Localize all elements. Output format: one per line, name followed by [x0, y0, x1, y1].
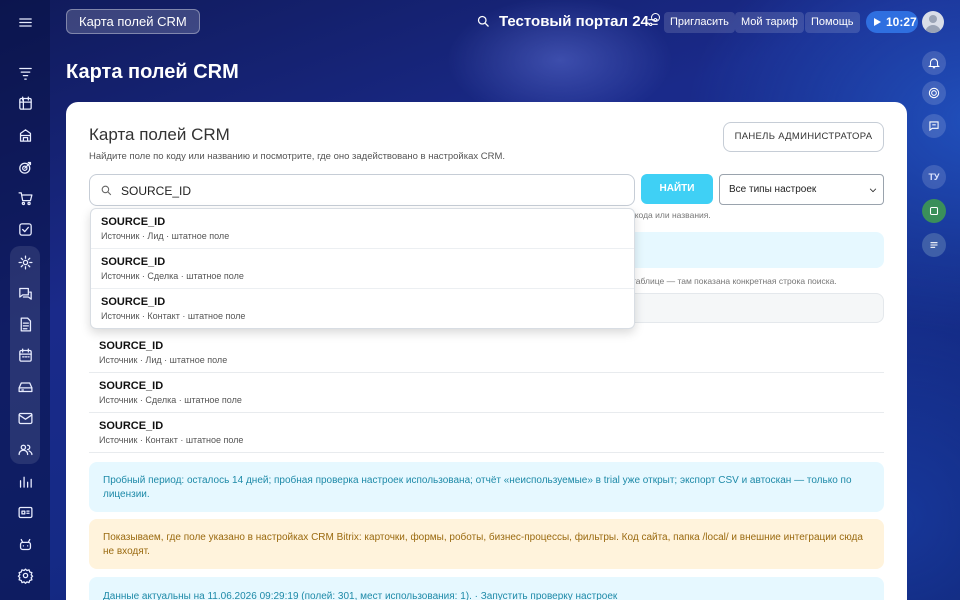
worktime-button[interactable]: 10:27: [866, 11, 918, 33]
calendar-icon[interactable]: [11, 341, 39, 369]
suggestion-code: SOURCE_ID: [101, 296, 166, 308]
info-block: [626, 232, 884, 268]
building-icon[interactable]: [11, 121, 39, 149]
analytics-icon[interactable]: [11, 467, 39, 495]
calendar-grid-icon[interactable]: [11, 89, 39, 117]
field-code: SOURCE_ID: [99, 420, 164, 432]
data-status-alert: Данные актуальны на 11.06.2026 09:29:19 …: [89, 577, 884, 600]
portal-title[interactable]: Тестовый портал 24: [476, 13, 660, 30]
suggestion-item[interactable]: SOURCE_ID Источник · Лид · штатное поле: [91, 209, 634, 249]
field-code: SOURCE_ID: [99, 340, 164, 352]
user-initials-badge[interactable]: ТУ: [922, 165, 946, 189]
page-title: Карта полей CRM: [66, 61, 239, 83]
search-suggestions: SOURCE_ID Источник · Лид · штатное поле …: [90, 208, 635, 329]
search-icon[interactable]: [476, 14, 491, 29]
settings-icon[interactable]: [11, 561, 39, 589]
table-row[interactable]: SOURCE_ID Источник · Контакт · штатное п…: [89, 413, 884, 453]
suggestion-meta: Источник · Лид · штатное поле: [101, 231, 230, 241]
suggestion-item[interactable]: SOURCE_ID Источник · Сделка · штатное по…: [91, 249, 634, 289]
suggestion-meta: Источник · Контакт · штатное поле: [101, 311, 246, 321]
portal-name: Тестовый портал: [499, 13, 629, 30]
target-icon[interactable]: [11, 153, 39, 181]
drive-icon[interactable]: [11, 372, 39, 400]
card-title: Карта полей CRM: [89, 125, 230, 144]
automation-icon[interactable]: [11, 248, 39, 276]
field-code: SOURCE_ID: [99, 380, 164, 392]
trial-alert: Пробный период: осталось 14 дней; пробна…: [89, 462, 884, 512]
table-hint: таблице — там показана конкретная строка…: [632, 276, 837, 286]
invite-button[interactable]: Пригласить: [664, 12, 735, 33]
chat-icon[interactable]: [11, 279, 39, 307]
tasks-icon[interactable]: [11, 215, 39, 243]
mail-icon[interactable]: [11, 404, 39, 432]
clock-time: 10:27: [886, 15, 917, 29]
field-meta: Источник · Контакт · штатное поле: [99, 435, 244, 445]
settings-type-select[interactable]: Все типы настроек: [719, 174, 884, 205]
search-hint: ю кода или названия.: [626, 210, 711, 220]
table-row[interactable]: SOURCE_ID Источник · Сделка · штатное по…: [89, 373, 884, 413]
cart-icon[interactable]: [11, 184, 39, 212]
funnel-icon[interactable]: [11, 59, 39, 87]
chevron-down-icon: [869, 188, 877, 193]
field-meta: Источник · Сделка · штатное поле: [99, 395, 242, 405]
messages-icon[interactable]: [922, 114, 946, 138]
table-row[interactable]: SOURCE_ID Источник · Лид · штатное поле: [89, 333, 884, 373]
suggestion-code: SOURCE_ID: [101, 256, 166, 268]
suggestion-meta: Источник · Сделка · штатное поле: [101, 271, 244, 281]
menu-icon[interactable]: [11, 8, 39, 36]
app-green-icon[interactable]: [922, 199, 946, 223]
tune-icon[interactable]: [646, 15, 660, 29]
left-sidebar: [0, 0, 50, 600]
play-icon: [874, 17, 881, 26]
card-subtitle: Найдите поле по коду или названию и посм…: [89, 151, 506, 162]
app-blue-icon[interactable]: [922, 233, 946, 257]
filter-block: [626, 293, 884, 323]
sites-icon[interactable]: [11, 498, 39, 526]
help-button[interactable]: Помощь: [805, 12, 860, 33]
contacts-icon[interactable]: [11, 435, 39, 463]
tariff-button[interactable]: Мой тариф: [735, 12, 804, 33]
field-meta: Источник · Лид · штатное поле: [99, 355, 228, 365]
document-icon[interactable]: [11, 310, 39, 338]
select-value: Все типы настроек: [729, 184, 817, 195]
robot-icon[interactable]: [11, 530, 39, 558]
admin-panel-button[interactable]: ПАНЕЛЬ АДМИНИСТРАТОРА: [723, 122, 884, 152]
search-value: SOURCE_ID: [121, 184, 192, 198]
bell-icon[interactable]: [922, 51, 946, 75]
search-input[interactable]: SOURCE_ID: [89, 174, 635, 206]
target-rings-icon[interactable]: [922, 81, 946, 105]
find-button[interactable]: НАЙТИ: [641, 174, 713, 204]
crm-map-header-button[interactable]: Карта полей CRM: [66, 9, 200, 34]
search-icon: [101, 185, 112, 196]
main-card: Карта полей CRM Найдите поле по коду или…: [66, 102, 907, 600]
suggestion-item[interactable]: SOURCE_ID Источник · Контакт · штатное п…: [91, 289, 634, 328]
scope-alert: Показываем, где поле указано в настройка…: [89, 519, 884, 569]
avatar[interactable]: [922, 11, 944, 33]
suggestion-code: SOURCE_ID: [101, 216, 166, 228]
